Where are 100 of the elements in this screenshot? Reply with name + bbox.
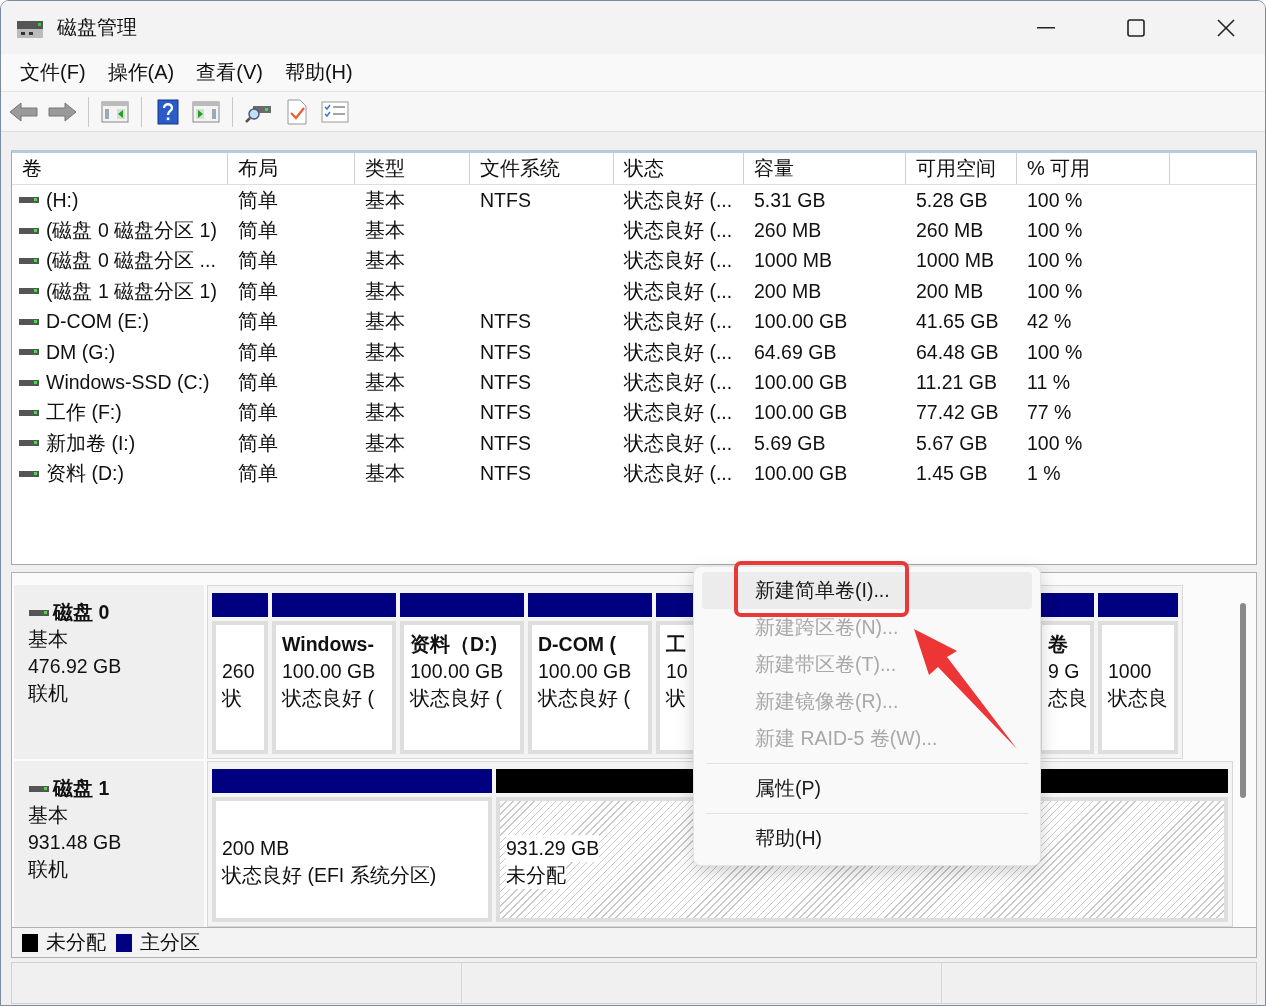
table-cell: 100.00 GB <box>754 310 848 334</box>
table-cell: 260 MB <box>754 219 822 243</box>
table-cell: NTFS <box>480 340 531 364</box>
table-cell: 41.65 GB <box>916 310 999 334</box>
partition-text: 状态良好 ( <box>538 686 630 711</box>
partition-title: 工 <box>666 632 687 657</box>
disk-info: 931.48 GB <box>28 830 123 855</box>
table-cell: 5.67 GB <box>916 431 988 455</box>
partition-text: 10 <box>666 659 688 684</box>
volume-name: (磁盘 0 磁盘分区 1) <box>46 218 217 244</box>
table-cell: 100 % <box>1027 340 1083 364</box>
legend-label: 未分配 <box>46 930 106 955</box>
table-cell: 11.21 GB <box>916 371 997 395</box>
disk-info: 476.92 GB <box>28 654 123 679</box>
table-cell: 1.45 GB <box>916 462 988 486</box>
volume-name: (H:) <box>46 188 79 212</box>
disk-info: 联机 <box>28 857 69 882</box>
partition-text: 100.00 GB <box>282 659 376 684</box>
table-cell: 100 % <box>1027 279 1083 303</box>
partition-text: 状 <box>222 686 242 711</box>
table-cell: 64.48 GB <box>916 340 999 364</box>
partition-text: 200 MB <box>222 836 290 861</box>
table-cell: 5.28 GB <box>916 188 988 212</box>
table-cell: 260 MB <box>916 219 984 243</box>
table-cell-text: 基本 <box>365 370 405 396</box>
volume-name: DM (G:) <box>46 340 116 364</box>
table-cell: 200 MB <box>916 279 984 303</box>
partition-text: 状态良好 ( <box>282 686 374 711</box>
partition-text: 1000 <box>1108 659 1152 684</box>
table-cell: 1000 MB <box>754 249 833 273</box>
table-cell-text: 基本 <box>365 248 405 274</box>
partition-text: 931.29 GB <box>506 835 600 862</box>
volume-name: 新加卷 (I:) <box>46 430 136 456</box>
table-cell-text: 基本 <box>365 339 405 365</box>
partition-text: 状 <box>666 686 686 711</box>
table-cell-text: 基本 <box>365 187 405 213</box>
table-cell-text: 基本 <box>365 278 405 304</box>
volume-name: 工作 (F:) <box>46 400 122 426</box>
table-cell: 100.00 GB <box>754 401 848 425</box>
table-cell-text: 状态良好 (... <box>624 309 733 335</box>
disk-name: 磁盘 0 <box>53 600 110 625</box>
partition-title: D-COM ( <box>538 632 617 657</box>
table-cell-text: 简单 <box>238 218 278 244</box>
table-cell: NTFS <box>480 371 531 395</box>
table-cell: 64.69 GB <box>754 340 837 364</box>
partition-title: 卷 <box>1048 632 1069 657</box>
table-cell: 100.00 GB <box>754 371 848 395</box>
table-cell: 1 % <box>1027 462 1061 486</box>
partition-text: 9 G <box>1048 659 1080 684</box>
table-cell-text: 基本 <box>365 461 405 487</box>
table-cell: NTFS <box>480 431 531 455</box>
table-cell-text: 状态良好 (... <box>624 218 733 244</box>
table-cell: NTFS <box>480 310 531 334</box>
table-cell-text: 状态良好 (... <box>624 430 733 456</box>
volume-name: D-COM (E:) <box>46 310 149 334</box>
table-cell-text: 基本 <box>365 309 405 335</box>
disk-info: 基本 <box>28 627 69 652</box>
legend-label: 主分区 <box>140 930 200 955</box>
table-cell: 77 % <box>1027 401 1072 425</box>
table-cell: 100 % <box>1027 249 1083 273</box>
table-cell-text: 基本 <box>365 218 405 244</box>
table-cell-text: 状态良好 (... <box>624 370 733 396</box>
table-cell-text: 基本 <box>365 430 405 456</box>
table-cell: 5.69 GB <box>754 431 826 455</box>
table-cell-text: 简单 <box>238 400 278 426</box>
partition-text: 100.00 GB <box>410 659 504 684</box>
partition-title: Windows- <box>282 632 375 657</box>
table-cell-text: 状态良好 (... <box>624 461 733 487</box>
table-cell-text: 状态良好 (... <box>624 278 733 304</box>
partition-text: 状态良好 ( <box>410 686 502 711</box>
table-cell-text: 简单 <box>238 370 278 396</box>
window-title: 磁盘管理 <box>57 15 138 40</box>
table-cell-text: 状态良好 (... <box>624 339 733 365</box>
partition-text: 状态良好 (EFI 系统分区) <box>222 863 437 888</box>
table-cell-text: 简单 <box>238 278 278 304</box>
table-cell-text: 简单 <box>238 430 278 456</box>
table-cell: 100 % <box>1027 188 1083 212</box>
disk-info: 基本 <box>28 803 69 828</box>
table-cell-text: 状态良好 (... <box>624 400 733 426</box>
partition-text: 未分配 <box>506 862 566 889</box>
table-cell: NTFS <box>480 401 531 425</box>
table-cell: 1000 MB <box>916 249 995 273</box>
table-cell-text: 简单 <box>238 187 278 213</box>
partition-title: 资料（D:) <box>410 632 499 657</box>
table-cell: 11 % <box>1027 371 1070 395</box>
partition-text: 260 <box>222 659 255 684</box>
table-cell: 100.00 GB <box>754 462 848 486</box>
partition-text: 态良 <box>1048 686 1088 711</box>
table-cell: 77.42 GB <box>916 401 999 425</box>
table-cell-text: 状态良好 (... <box>624 187 733 213</box>
volume-name: Windows-SSD (C:) <box>46 371 210 395</box>
table-cell-text: 简单 <box>238 309 278 335</box>
table-cell: 100 % <box>1027 219 1083 243</box>
table-cell: 5.31 GB <box>754 188 826 212</box>
table-cell-text: 简单 <box>238 248 278 274</box>
disk-name: 磁盘 1 <box>53 776 110 801</box>
volume-name: 资料 (D:) <box>46 461 124 487</box>
disk-info: 联机 <box>28 681 69 706</box>
table-cell-text: 简单 <box>238 339 278 365</box>
table-cell-text: 基本 <box>365 400 405 426</box>
